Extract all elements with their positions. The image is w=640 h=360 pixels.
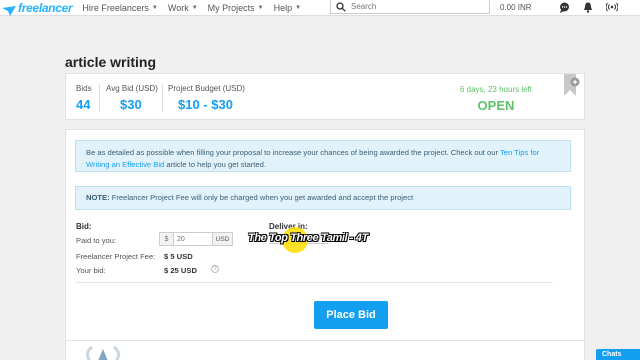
- freelancer-logo[interactable]: freelancer: [2, 0, 73, 16]
- paid-amount-input[interactable]: [174, 233, 212, 245]
- proposal-tips-alert: Be as detailed as possible when filling …: [75, 140, 571, 172]
- note-label: NOTE:: [86, 193, 110, 202]
- bid-label: Bid:: [76, 222, 92, 231]
- avg-bid-value: $30: [120, 97, 142, 112]
- laurel-badge-icon: [80, 345, 126, 360]
- nav-work[interactable]: Work ▼: [168, 3, 198, 13]
- search-input[interactable]: [351, 2, 481, 11]
- chats-button[interactable]: Chats: [596, 349, 640, 360]
- chevron-down-icon: ▼: [191, 4, 198, 11]
- avg-bid-label: Avg Bid (USD): [106, 84, 158, 93]
- divider: [99, 84, 100, 112]
- chevron-down-icon: ▼: [257, 4, 264, 11]
- project-fee-note: NOTE: Freelancer Project Fee will only b…: [75, 186, 571, 210]
- help-icon[interactable]: ?: [211, 265, 219, 273]
- paid-to-you-label: Paid to you:: [76, 236, 117, 245]
- messages-icon[interactable]: [558, 1, 570, 13]
- time-left-label: 6 days, 23 hours left: [459, 85, 532, 94]
- chevron-down-icon: ▼: [295, 4, 302, 11]
- bids-value: 44: [76, 97, 91, 112]
- search-icon: [335, 1, 347, 13]
- page-title: article writing: [65, 54, 157, 70]
- budget-value: $10 - $30: [178, 97, 233, 112]
- bid-form-card: Be as detailed as possible when filling …: [65, 129, 585, 360]
- bookmark-add-icon[interactable]: [562, 74, 580, 98]
- your-bid-label: Your bid:: [76, 266, 106, 275]
- project-fee-value: $ 5 USD: [164, 252, 193, 261]
- currency-unit: USD: [212, 233, 232, 245]
- paid-to-you-field: $ USD: [159, 232, 233, 246]
- nav-my-projects[interactable]: My Projects ▼: [208, 3, 264, 13]
- watermark-overlay-text: The Top Three Tamil - 4T: [248, 232, 368, 244]
- top-navbar: freelancer Hire Freelancers ▼ Work ▼ My Pr…: [0, 0, 640, 16]
- nav-help[interactable]: Help ▼: [274, 3, 301, 13]
- avg-bid-stat: Avg Bid (USD) $30: [106, 84, 158, 112]
- budget-label: Project Budget (USD): [168, 84, 245, 93]
- place-bid-button[interactable]: Place Bid: [314, 301, 388, 329]
- currency-symbol: $: [160, 233, 174, 245]
- divider: [75, 282, 553, 283]
- bids-stat: Bids 44: [76, 84, 92, 112]
- nav-hire-freelancers[interactable]: Hire Freelancers ▼: [82, 3, 157, 13]
- logo-text: freelancer: [18, 0, 73, 15]
- next-section-card: [65, 340, 585, 360]
- bird-logo-icon: [2, 3, 16, 16]
- main-nav: Hire Freelancers ▼ Work ▼ My Projects ▼ Hel…: [82, 0, 311, 16]
- status-badge: OPEN: [477, 98, 515, 113]
- bids-label: Bids: [76, 84, 92, 93]
- project-fee-label: Freelancer Project Fee:: [76, 252, 156, 261]
- project-summary-card: Bids 44 Avg Bid (USD) $30 Project Budget…: [65, 73, 585, 120]
- divider: [162, 84, 163, 112]
- time-left-block: 6 days, 23 hours left OPEN: [460, 85, 532, 113]
- account-balance[interactable]: 0.00 INR: [500, 0, 532, 14]
- budget-stat: Project Budget (USD) $10 - $30: [168, 84, 245, 112]
- your-bid-value: $ 25 USD: [164, 266, 197, 275]
- top-icons: [558, 0, 630, 14]
- search-box: [330, 0, 490, 14]
- notification-bell-icon[interactable]: [582, 1, 594, 13]
- broadcast-icon[interactable]: [606, 1, 618, 13]
- chevron-down-icon: ▼: [151, 4, 158, 11]
